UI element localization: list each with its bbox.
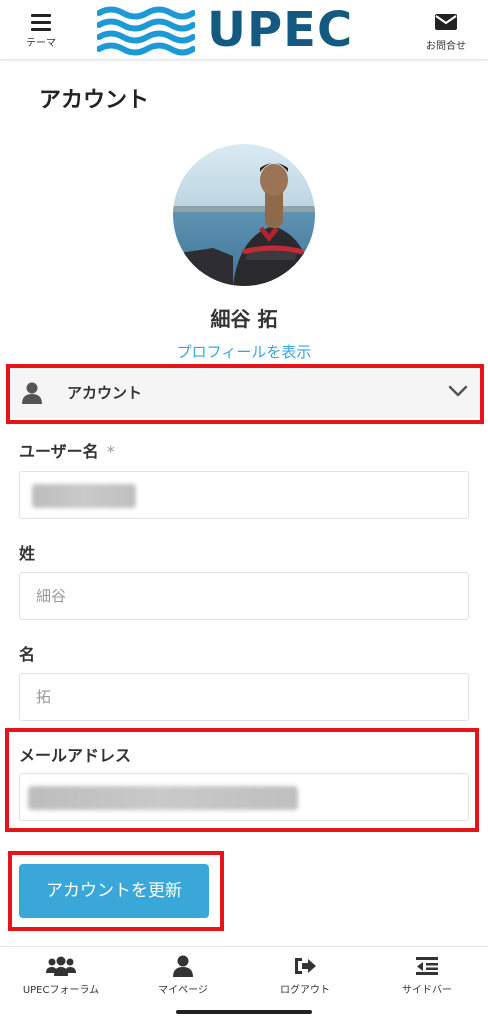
nav-label-sidebar: サイドバー [402,985,452,996]
view-profile-link[interactable]: プロフィールを表示 [0,341,488,362]
users-icon [46,956,76,976]
first-name-label: 名 [19,645,36,664]
last-name-label: 姓 [19,544,36,563]
nav-item-logout[interactable]: ログアウト [244,955,366,996]
user-icon [173,955,193,977]
menu-label: テーマ [26,38,56,49]
mail-icon [435,14,457,30]
user-name: 細谷 拓 [210,307,278,331]
waves-icon [97,6,195,56]
redacted-username [32,484,136,508]
avatar-photo [173,144,315,286]
avatar [173,144,315,286]
required-mark: * [106,442,115,461]
contact-button[interactable]: お問合せ [416,8,476,52]
first-name-field[interactable]: 拓 [19,673,469,721]
highlight-box-account [6,364,484,424]
nav-item-sidebar[interactable]: サイドバー [366,955,488,996]
nav-label-mypage: マイページ [158,985,208,996]
home-indicator [176,1010,312,1014]
brand-text: UPEC [207,2,354,58]
nav-item-forum[interactable]: UPECフォーラム [0,955,122,996]
logout-icon [295,958,316,974]
highlight-box-email [5,728,479,832]
page-title: アカウント [39,88,150,113]
nav-label-forum: UPECフォーラム [22,985,100,996]
sidebar-icon [416,957,438,975]
app-header: テーマ UPEC お問合せ [0,0,488,60]
username-label: ユーザー名 * [19,438,115,462]
brand-logo[interactable]: UPEC [97,2,387,58]
contact-label: お問合せ [426,41,466,52]
last-name-field[interactable]: 細谷 [19,572,469,620]
username-field[interactable] [19,471,469,519]
hamburger-icon [31,14,51,32]
menu-button[interactable]: テーマ [11,8,71,49]
nav-label-logout: ログアウト [280,985,330,996]
username-label-text: ユーザー名 [19,442,99,461]
nav-item-mypage[interactable]: マイページ [122,955,244,996]
highlight-box-submit [8,851,224,931]
